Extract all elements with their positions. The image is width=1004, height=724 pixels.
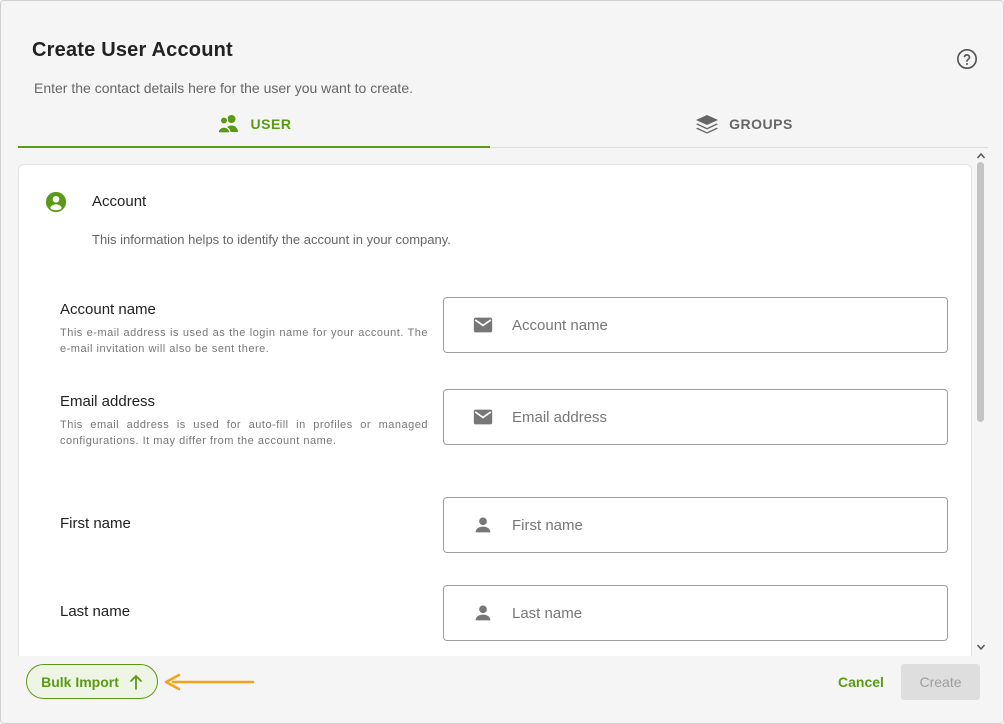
email-address-label: Email address [60, 393, 156, 410]
last-name-field[interactable] [443, 585, 948, 641]
form-panel: Account This information helps to identi… [18, 164, 972, 656]
email-address-hint: This email address is used for auto-fill… [60, 419, 428, 447]
arrow-up-icon [129, 674, 142, 690]
email-address-input[interactable] [512, 390, 947, 444]
scroll-up-icon[interactable] [976, 151, 986, 161]
mail-icon [473, 317, 493, 333]
email-address-field[interactable] [443, 389, 948, 445]
account-name-hint: This e-mail address is used as the login… [60, 327, 428, 355]
scroll-down-icon[interactable] [976, 642, 986, 652]
person-icon [475, 605, 491, 621]
tab-user[interactable]: USER [18, 101, 490, 148]
users-icon [216, 114, 238, 134]
section-title: Account [92, 193, 147, 210]
tab-user-label: USER [250, 115, 292, 132]
tab-groups-label: GROUPS [729, 116, 793, 132]
annotation-arrow-icon [164, 673, 255, 691]
account-name-label: Account name [60, 301, 156, 318]
tab-groups[interactable]: GROUPS [508, 101, 980, 147]
account-name-input[interactable] [512, 298, 947, 352]
person-icon [475, 517, 491, 533]
dialog-title: Create User Account [32, 39, 233, 61]
first-name-label: First name [60, 515, 131, 532]
tab-bar: USER GROUPS [18, 101, 988, 148]
mail-icon [473, 409, 493, 425]
dialog-subtitle: Enter the contact details here for the u… [34, 80, 413, 96]
first-name-field[interactable] [443, 497, 948, 553]
create-button[interactable]: Create [901, 664, 980, 700]
account-name-field[interactable] [443, 297, 948, 353]
cancel-button[interactable]: Cancel [829, 665, 893, 699]
create-user-dialog: Create User Account Enter the contact de… [0, 0, 1004, 724]
layers-icon [696, 115, 719, 134]
last-name-label: Last name [60, 603, 131, 620]
first-name-input[interactable] [512, 498, 947, 552]
account-circle-icon [45, 191, 67, 213]
help-circle-icon[interactable] [956, 48, 978, 70]
section-description: This information helps to identify the a… [92, 232, 451, 247]
scroll-thumb[interactable] [977, 162, 984, 422]
form-scrollbar[interactable] [973, 148, 989, 656]
bulk-import-label: Bulk Import [41, 673, 119, 690]
bulk-import-button[interactable]: Bulk Import [26, 664, 158, 699]
last-name-input[interactable] [512, 586, 947, 640]
dialog-footer: Bulk Import Cancel Create [1, 656, 1003, 723]
